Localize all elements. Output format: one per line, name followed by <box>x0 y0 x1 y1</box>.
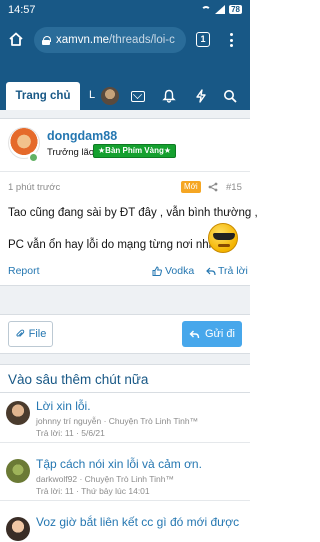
thumbs-up-icon <box>152 266 162 276</box>
paperclip-icon <box>16 329 24 337</box>
post-time[interactable]: 1 phút trước <box>8 182 60 193</box>
lock-icon <box>42 35 51 45</box>
url-path: /threads/loi-c <box>109 34 175 46</box>
share-icon[interactable] <box>208 182 218 192</box>
similar-threads-title: Vào sâu thêm chút nữa <box>8 372 149 387</box>
divider <box>0 171 250 172</box>
similar-threads-header: Vào sâu thêm chút nữa <box>0 365 250 393</box>
search-icon[interactable] <box>223 89 237 103</box>
user-title: Trưởng lão <box>47 147 95 158</box>
account-avatar[interactable] <box>101 87 119 105</box>
thread-title[interactable]: Lời xin lỗi. <box>36 399 91 413</box>
avatar[interactable] <box>6 517 30 541</box>
reply-label: Trả lời <box>218 265 248 277</box>
send-button-label: Gửi đi <box>205 328 235 340</box>
wifi-icon <box>201 5 212 14</box>
status-bar: 14:57 78 <box>0 0 250 22</box>
send-button[interactable]: Gửi đi <box>182 321 242 347</box>
bell-icon[interactable] <box>162 89 176 103</box>
tab-partial[interactable]: L <box>89 89 95 101</box>
user-banner: ★Bàn Phím Vàng★ <box>93 144 177 158</box>
thread-title[interactable]: Tập cách nói xin lỗi và cảm ơn. <box>36 457 202 471</box>
post-number[interactable]: #15 <box>226 182 242 193</box>
report-link[interactable]: Report <box>8 265 40 277</box>
site-nav: Trang chủ L <box>0 82 250 110</box>
attach-file-button[interactable]: File <box>8 321 53 347</box>
sunglasses-smiley-icon <box>208 223 238 253</box>
like-label: Vodka <box>165 265 195 277</box>
thread-meta: darkwolf92 · Chuyện Trò Linh Tinh™ <box>36 474 174 484</box>
status-time: 14:57 <box>8 4 36 16</box>
reply-arrow-icon <box>206 267 216 276</box>
reply-button[interactable]: Trả lời <box>206 265 248 277</box>
list-item[interactable]: Tập cách nói xin lỗi và cảm ơn. darkwolf… <box>0 453 250 501</box>
reply-arrow-icon <box>189 330 200 339</box>
url-host: xamvn.me <box>56 34 110 46</box>
like-button[interactable]: Vodka <box>152 265 194 277</box>
quick-reply-bar: File Gửi đi <box>0 314 250 354</box>
browser-menu-icon[interactable] <box>230 33 234 47</box>
thread-meta: johnny trí nguyễn · Chuyện Trò Linh Tinh… <box>36 416 199 426</box>
post-message-line-2: PC vẫn ổn hay lỗi do mạng từng nơi nhỉ . <box>8 239 218 251</box>
tab-home[interactable]: Trang chủ <box>6 82 80 110</box>
mail-icon[interactable] <box>131 91 145 102</box>
avatar[interactable] <box>6 401 30 425</box>
similar-threads: Vào sâu thêm chút nữa Lời xin lỗi. johnn… <box>0 364 250 542</box>
battery-icon: 78 <box>229 5 242 14</box>
thread-stats: Trả lời: 11 · Thứ bảy lúc 14:01 <box>36 486 150 496</box>
home-icon[interactable] <box>8 31 24 47</box>
avatar[interactable] <box>6 459 30 483</box>
file-button-label: File <box>28 328 47 340</box>
post: dongdam88 Trưởng lão ★Bàn Phím Vàng★ 1 p… <box>0 118 258 286</box>
online-status-dot <box>28 152 39 163</box>
thread-title[interactable]: Voz giờ bắt liên kết cc gì đó mới được <box>36 515 239 529</box>
browser-toolbar: xamvn.me/threads/loi-c 1 <box>0 22 250 58</box>
thread-stats: Trả lời: 11 · 5/6/21 <box>36 428 105 438</box>
address-bar[interactable]: xamvn.me/threads/loi-c <box>34 27 186 53</box>
signal-icon <box>215 5 226 14</box>
post-username[interactable]: dongdam88 <box>47 129 117 143</box>
list-item[interactable]: Lời xin lỗi. johnny trí nguyễn · Chuyện … <box>0 395 250 443</box>
list-item[interactable]: Voz giờ bắt liên kết cc gì đó mới được <box>0 511 250 542</box>
bolt-icon[interactable] <box>194 89 208 103</box>
post-message-line-1: Tao cũng đang sài by ĐT đây , vẫn bình t… <box>8 207 258 219</box>
new-badge: Mới <box>181 181 201 193</box>
tab-switcher-button[interactable]: 1 <box>196 32 210 47</box>
